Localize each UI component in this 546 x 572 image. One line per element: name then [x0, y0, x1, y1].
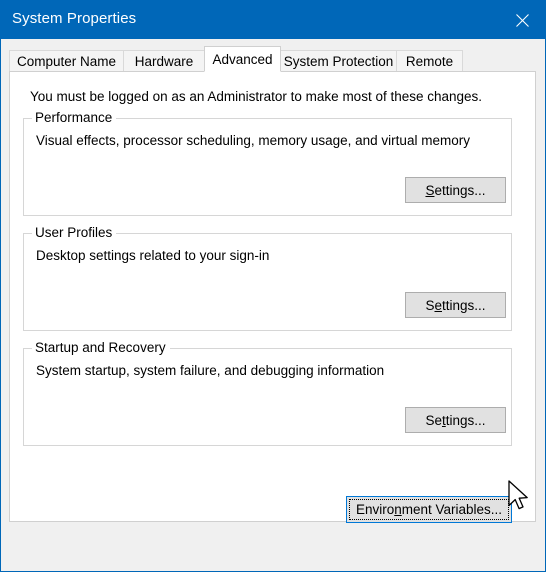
group-description: Desktop settings related to your sign-in	[36, 248, 270, 263]
user-profiles-settings-button[interactable]: Settings...	[405, 292, 506, 318]
button-label: Settings...	[425, 412, 486, 428]
group-description: System startup, system failure, and debu…	[36, 363, 385, 378]
group-legend: Startup and Recovery	[32, 340, 170, 355]
tab-label: Remote	[405, 53, 454, 69]
group-legend: Performance	[32, 110, 117, 125]
button-label: Environment Variables...	[355, 502, 503, 517]
system-properties-window: System Properties Computer Name Hardware…	[0, 0, 546, 572]
tab-remote[interactable]: Remote	[396, 50, 463, 72]
tab-label: System Protection	[283, 53, 394, 69]
group-performance: Performance Visual effects, processor sc…	[23, 110, 512, 216]
title-bar: System Properties	[1, 1, 545, 39]
close-icon[interactable]	[499, 1, 545, 39]
tab-label: Advanced	[212, 51, 273, 67]
group-user-profiles: User Profiles Desktop settings related t…	[23, 225, 512, 331]
performance-settings-button[interactable]: Settings...	[405, 177, 506, 203]
administrator-notice: You must be logged on as an Administrato…	[30, 89, 483, 104]
group-startup-and-recovery: Startup and Recovery System startup, sys…	[23, 340, 512, 446]
tab-label: Hardware	[134, 53, 194, 69]
tab-strip: Computer Name Hardware Advanced System P…	[9, 46, 537, 72]
client-area: Computer Name Hardware Advanced System P…	[1, 39, 545, 571]
startup-recovery-settings-button[interactable]: Settings...	[405, 407, 506, 433]
tab-label: Computer Name	[16, 53, 117, 69]
advanced-tab-panel: You must be logged on as an Administrato…	[9, 71, 536, 523]
tab-computer-name[interactable]: Computer Name	[9, 50, 124, 72]
button-label: Settings...	[425, 182, 486, 198]
environment-variables-button[interactable]: Environment Variables...	[346, 496, 512, 523]
group-legend: User Profiles	[32, 225, 117, 240]
tab-system-protection[interactable]: System Protection	[280, 50, 397, 72]
tab-advanced[interactable]: Advanced	[204, 46, 281, 72]
window-title: System Properties	[12, 10, 137, 27]
button-label: Settings...	[425, 297, 486, 313]
tab-hardware[interactable]: Hardware	[123, 50, 205, 72]
group-description: Visual effects, processor scheduling, me…	[36, 133, 470, 148]
